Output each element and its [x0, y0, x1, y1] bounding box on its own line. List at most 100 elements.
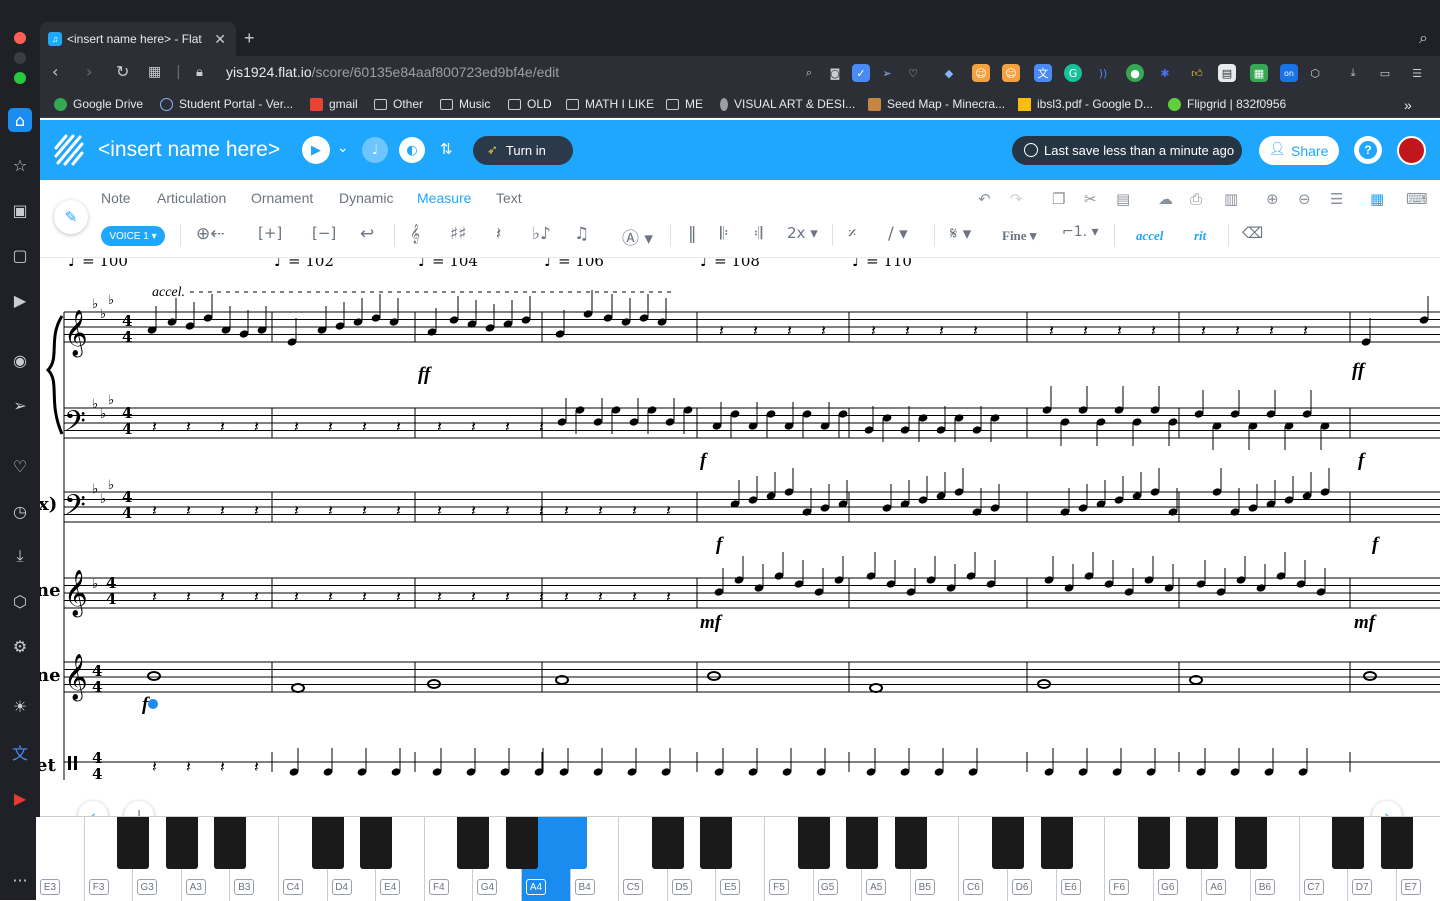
download-extension-icon[interactable]: ⤓ [1344, 64, 1362, 82]
user-avatar[interactable] [1397, 136, 1426, 165]
play-circle-icon[interactable]: ◉ [8, 348, 32, 372]
copy-icon[interactable]: ❐ [1052, 190, 1065, 208]
pickup-icon[interactable]: ♭♪ [532, 224, 551, 244]
piano-key-e3[interactable]: E3 [36, 817, 85, 901]
line-break-icon[interactable]: ↩ [360, 224, 374, 244]
notes-extension-icon[interactable]: ▤ [1218, 64, 1236, 82]
toggle-extension-icon[interactable]: on [1280, 64, 1298, 82]
bookmark-folder-old[interactable]: OLD [508, 97, 552, 111]
piano-view-icon[interactable]: ▦ [1370, 190, 1384, 208]
back-icon[interactable]: ‹ [52, 62, 58, 81]
redo-icon[interactable]: ↷ [1010, 190, 1023, 208]
bookmark-gmail[interactable]: gmail [310, 97, 358, 111]
zoom-icon[interactable]: ⌕ [800, 64, 818, 82]
piano-black-key[interactable] [457, 817, 490, 869]
audio-extension-icon[interactable]: )) [1094, 64, 1112, 82]
reload-icon[interactable]: ↻ [116, 62, 129, 81]
new-tab-icon[interactable]: + [244, 28, 255, 49]
play-button[interactable]: ▶ [302, 136, 330, 164]
face-extension-icon[interactable]: ☺ [972, 64, 990, 82]
settings-gear-icon[interactable]: ⚙ [8, 634, 32, 658]
bookmark-google-drive[interactable]: Google Drive [54, 97, 143, 111]
bookmark-folder-music[interactable]: Music [440, 97, 490, 111]
diamond-extension-icon[interactable]: ◆ [940, 64, 958, 82]
piano-black-key[interactable] [1040, 817, 1073, 869]
bookmark-folder-math[interactable]: MATH I LIKE [566, 97, 654, 111]
bookmark-visual-art[interactable]: VISUAL ART & DESI... [720, 97, 855, 111]
url-field[interactable]: yis1924.flat.io/score/60135e84aaf800723e… [226, 64, 559, 80]
piano-black-key[interactable] [894, 817, 927, 869]
barline-icon[interactable]: ‖ [688, 224, 697, 244]
score-canvas[interactable]: 𝄽 𝄽 𝄽 𝄽 𝄽 𝄽 𝄽 𝄽 𝄽 𝄽 𝄽 𝄽 𝄽 𝄽 𝄽 𝄽 𝄽 𝄽 𝄽 𝄽 𝄽 𝄽 𝄽 𝄽 𝄽 𝄽 𝄽 𝄽 𝄽 𝄽 𝄽 𝄽 𝄽 𝄽 𝄽 𝄽 𝄽 𝄽 𝄽 𝄽… [40, 258, 1440, 816]
slash-icon[interactable]: ∕ ▾ [888, 224, 908, 244]
piano-black-key[interactable] [506, 817, 538, 869]
bookmark-student-portal[interactable]: Student Portal - Ver... [160, 97, 293, 111]
piano-black-key[interactable] [1137, 817, 1170, 869]
layout-icon[interactable]: ▥ [1224, 190, 1238, 208]
forward-icon[interactable]: › [86, 62, 92, 81]
face2-extension-icon[interactable]: ☺ [1002, 64, 1020, 82]
minimize-window-button[interactable] [14, 52, 26, 64]
voice-selector[interactable]: VOICE 1 ▾ [101, 226, 165, 246]
rit-button[interactable]: rit [1194, 228, 1206, 244]
help-button[interactable]: ? [1354, 136, 1382, 164]
menu-icon[interactable]: ☰ [1408, 64, 1426, 82]
repeat-count-selector[interactable]: 2x ▾ [787, 224, 818, 242]
home-icon[interactable]: ⌂ [8, 108, 32, 132]
piano-black-key[interactable] [1235, 817, 1267, 869]
video-icon[interactable]: ▶ [8, 288, 32, 312]
piano-black-key[interactable] [700, 817, 733, 869]
playback-options-chevron-icon[interactable]: ⌄ [337, 140, 349, 156]
clef-icon[interactable]: 𝄞 [410, 224, 420, 244]
piano-black-key[interactable] [1380, 817, 1413, 869]
key-signature-icon[interactable]: ♯♯ [450, 224, 466, 244]
sheets-extension-icon[interactable]: ▦ [1250, 64, 1268, 82]
music-score[interactable]: 𝄽 𝄽 𝄽 𝄽 𝄽 𝄽 𝄽 𝄽 𝄽 𝄽 𝄽 𝄽 𝄽 𝄽 𝄽 𝄽 𝄽 𝄽 𝄽 𝄽 𝄽 𝄽 𝄽 𝄽 𝄽 𝄽 𝄽 𝄽 𝄽 𝄽 𝄽 𝄽 𝄽 𝄽 𝄽 𝄽 𝄽 𝄽 𝄽 𝄽… [40, 258, 1440, 816]
piano-black-key[interactable] [651, 817, 684, 869]
bookmark-folder-me[interactable]: ME [666, 97, 703, 111]
clear-icon[interactable]: ⌫ [1242, 224, 1263, 242]
bookmark-ibsl3[interactable]: ibsl3.pdf - Google D... [1018, 97, 1153, 111]
send-icon[interactable]: ➢ [8, 393, 32, 417]
flat-logo-icon[interactable] [54, 134, 84, 166]
add-measure-icon[interactable]: [+] [258, 224, 282, 242]
piano-black-key[interactable] [797, 817, 830, 869]
piano-black-key[interactable] [117, 817, 150, 869]
more-options-icon[interactable]: ··· [8, 868, 32, 892]
piano-black-key[interactable] [554, 817, 587, 869]
tab-measure[interactable]: Measure [417, 190, 471, 206]
translate-icon[interactable]: 文 [8, 740, 32, 764]
undo-icon[interactable]: ↶ [978, 190, 991, 208]
paste-icon[interactable]: ▤ [1116, 190, 1130, 208]
keyboard-icon[interactable]: ⌨ [1406, 190, 1428, 208]
tab-note[interactable]: Note [101, 190, 131, 206]
measure-repeat-icon[interactable]: 𝄎 [848, 224, 856, 244]
youtube-icon[interactable]: ▶ [8, 786, 32, 810]
bookmark-folder-other[interactable]: Other [374, 97, 423, 111]
turn-in-button[interactable]: ➶ Turn in [473, 136, 573, 165]
thumbs-up-icon[interactable]: 👍︎ [1188, 64, 1206, 82]
segno-icon[interactable]: 𝄋 ▾ [950, 224, 971, 244]
volume-icon[interactable]: ◐ [399, 137, 425, 163]
accel-button[interactable]: accel [1136, 228, 1163, 244]
piano-black-key[interactable] [1186, 817, 1219, 869]
repeat-end-icon[interactable]: 𝄇 [754, 224, 762, 244]
piano-black-key[interactable] [311, 817, 344, 869]
piano-black-key[interactable] [214, 817, 247, 869]
piano-black-key[interactable] [165, 817, 198, 869]
metronome-icon[interactable]: ♩ [362, 137, 388, 163]
maximize-window-button[interactable] [14, 72, 26, 84]
print-icon[interactable]: ⎙ [1190, 190, 1202, 208]
tab-ornament[interactable]: Ornament [251, 190, 313, 206]
star-extension-icon[interactable]: ✱ [1156, 64, 1174, 82]
piano-black-key[interactable] [992, 817, 1024, 869]
score-title[interactable]: <insert name here> [98, 138, 280, 162]
tab-articulation[interactable]: Articulation [157, 190, 226, 206]
star-icon[interactable]: ☆ [8, 153, 32, 177]
bookmark-flipgrid[interactable]: Flipgrid | 832f0956 [1168, 97, 1286, 111]
tab-text[interactable]: Text [496, 190, 522, 206]
more-bookmarks-icon[interactable]: » [1404, 97, 1412, 113]
beam-icon[interactable]: ♫ [574, 224, 589, 244]
meet-extension-icon[interactable]: ● [1126, 64, 1144, 82]
battery-icon[interactable]: ▭ [1376, 64, 1394, 82]
